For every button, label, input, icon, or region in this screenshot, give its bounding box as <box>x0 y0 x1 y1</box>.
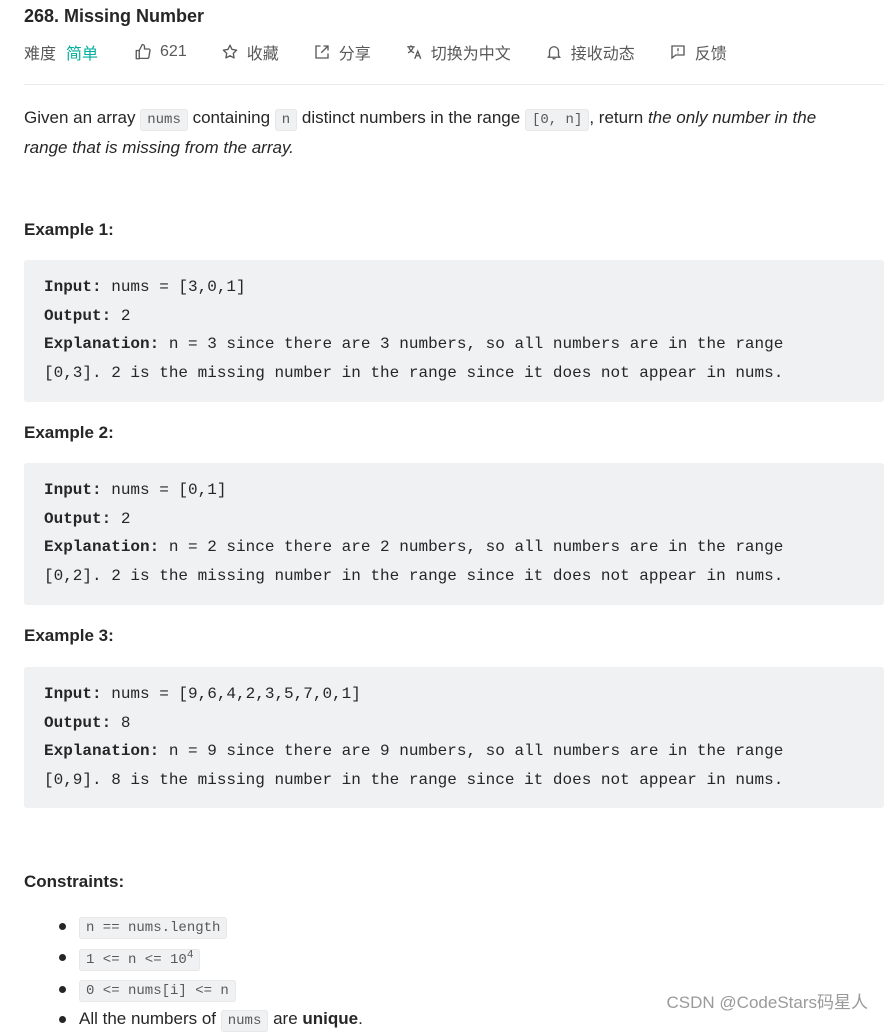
problem-title: 268. Missing Number <box>24 6 205 26</box>
header-divider <box>24 84 884 85</box>
feedback-button[interactable]: 反馈 <box>669 40 727 64</box>
inline-code-n: n <box>274 109 298 131</box>
star-icon <box>221 43 239 61</box>
difficulty-label: 难度 <box>24 46 57 63</box>
example-1-title: Example 1: <box>24 220 114 239</box>
feedback-label: 反馈 <box>694 46 727 63</box>
thumbs-up-icon <box>134 43 152 61</box>
example-2-block: Input: nums = [0,1] Output: 2 Explanatio… <box>24 463 884 605</box>
share-button[interactable]: 分享 <box>313 40 371 64</box>
constraint-item: n == nums.length <box>59 912 363 943</box>
explanation-label: Explanation: <box>44 538 160 557</box>
constraint-code: n == nums.length <box>79 917 228 939</box>
output-value: 2 <box>111 306 131 325</box>
example-3-block: Input: nums = [9,6,4,2,3,5,7,0,1] Output… <box>24 667 884 808</box>
description-text: containing <box>187 108 275 127</box>
constraint-code: 0 <= nums[i] <= n <box>79 979 236 1002</box>
watermark: CSDN @CodeStars码星人 <box>666 993 868 1012</box>
constraint-item: All the numbers of nums are unique. <box>59 1005 363 1036</box>
constraint-base: 1 <= n <= 10 <box>86 952 187 969</box>
favorite-button[interactable]: 收藏 <box>221 40 279 64</box>
constraint-code: nums <box>220 1010 269 1033</box>
example-2-title: Example 2: <box>24 423 114 442</box>
constraint-item: 1 <= n <= 104 <box>59 943 363 975</box>
constraints-list: n == nums.length 1 <= n <= 104 0 <= nums… <box>24 912 363 1036</box>
example-3-title: Example 3: <box>24 626 114 645</box>
description-text: , return <box>589 108 648 127</box>
favorite-label: 收藏 <box>246 46 279 63</box>
explanation-label: Explanation: <box>44 335 160 354</box>
bell-icon <box>545 43 563 61</box>
input-label: Input: <box>44 278 102 296</box>
output-value: 2 <box>111 509 131 528</box>
input-value: nums = [0,1] <box>101 481 227 499</box>
feedback-icon <box>669 43 687 61</box>
constraints-title: Constraints: <box>24 872 125 891</box>
share-icon <box>313 43 331 61</box>
constraint-exponent: 4 <box>186 949 194 962</box>
constraint-item: 0 <= nums[i] <= n <box>59 975 363 1006</box>
constraint-emphasis: unique <box>302 1009 359 1029</box>
input-label: Input: <box>44 685 102 703</box>
subscribe-label: 接收动态 <box>570 46 635 63</box>
constraint-text: All the numbers of <box>79 1009 221 1029</box>
like-count: 621 <box>160 43 187 60</box>
share-label: 分享 <box>338 46 371 63</box>
explanation-label: Explanation: <box>44 742 160 761</box>
translate-icon <box>405 43 423 61</box>
description-text: distinct numbers in the range <box>297 108 525 127</box>
problem-description: Given an array nums containing n distinc… <box>24 104 864 161</box>
switch-language-button[interactable]: 切换为中文 <box>405 40 511 64</box>
description-text: Given an array <box>24 108 141 127</box>
difficulty-badge: 简单 <box>66 46 99 63</box>
inline-code-nums: nums <box>140 109 188 131</box>
subscribe-button[interactable]: 接收动态 <box>545 40 635 64</box>
switch-language-label: 切换为中文 <box>430 46 511 63</box>
constraint-text: are <box>268 1009 303 1029</box>
like-button[interactable]: 621 <box>134 43 187 61</box>
input-value: nums = [9,6,4,2,3,5,7,0,1] <box>101 685 361 703</box>
output-label: Output: <box>44 306 112 325</box>
output-label: Output: <box>44 509 112 528</box>
example-1-block: Input: nums = [3,0,1] Output: 2 Explanat… <box>24 260 884 402</box>
output-label: Output: <box>44 713 112 732</box>
constraint-code: 1 <= n <= 104 <box>79 949 201 972</box>
constraint-text: . <box>358 1009 363 1029</box>
input-value: nums = [3,0,1] <box>101 278 246 296</box>
output-value: 8 <box>111 713 131 732</box>
inline-code-range: [0, n] <box>524 109 590 131</box>
problem-meta-bar: 难度 简单 621 收藏 分享 切换为中文 接收动态 反馈 <box>24 40 761 64</box>
input-label: Input: <box>44 481 102 499</box>
